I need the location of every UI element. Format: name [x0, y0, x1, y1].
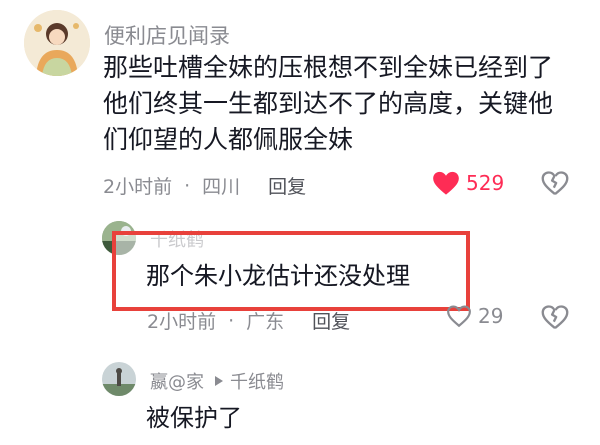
comment-text: 被保护了	[146, 404, 242, 432]
comment-text-line: 他们终其一生都到达不了的高度，关键他	[103, 89, 554, 118]
comment-time: 2小时前	[103, 176, 173, 198]
comment-author[interactable]: 嬴@家	[150, 368, 204, 394]
dislike-button[interactable]	[541, 304, 569, 334]
highlighted-comment-text: 那个朱小龙估计还没处理	[146, 262, 410, 290]
comment-text: 那些吐槽全妹的压根想不到全妹已经到了 他们终其一生都到达不了的高度，关键他 们仰…	[103, 50, 573, 158]
reply-header: 嬴@家 千纸鹤	[150, 368, 284, 394]
like-button[interactable]: 29	[446, 304, 503, 328]
comment-text-line: 那些吐槽全妹的压根想不到全妹已经到了	[103, 53, 554, 82]
avatar-illustration	[24, 10, 90, 76]
heart-outline-icon	[446, 304, 472, 328]
like-count: 529	[466, 171, 505, 195]
dislike-button[interactable]	[541, 170, 569, 200]
broken-heart-icon	[541, 304, 569, 330]
comment-author[interactable]: 便利店见闻录	[104, 20, 230, 50]
reply-button[interactable]: 回复	[268, 172, 306, 199]
like-button[interactable]: 529	[432, 170, 504, 196]
comment-time: 2小时前	[147, 311, 217, 333]
reply-button[interactable]: 回复	[312, 307, 350, 334]
meta-separator: ·	[184, 174, 191, 197]
avatar[interactable]	[102, 362, 136, 396]
reply-arrow-icon	[214, 375, 224, 387]
avatar[interactable]	[24, 10, 90, 76]
like-count: 29	[478, 304, 504, 328]
meta-separator: ·	[228, 309, 235, 332]
reply-to-author[interactable]: 千纸鹤	[230, 368, 284, 394]
avatar-photo	[102, 362, 136, 396]
comment-location: 广东	[246, 311, 285, 333]
comment-meta: 2小时前 · 广东 回复	[147, 307, 350, 334]
heart-filled-icon	[432, 170, 460, 196]
broken-heart-icon	[541, 170, 569, 196]
comment-meta: 2小时前 · 四川 回复	[103, 172, 306, 199]
comment-text-line: 们仰望的人都佩服全妹	[103, 125, 354, 154]
comment-location: 四川	[202, 176, 241, 198]
